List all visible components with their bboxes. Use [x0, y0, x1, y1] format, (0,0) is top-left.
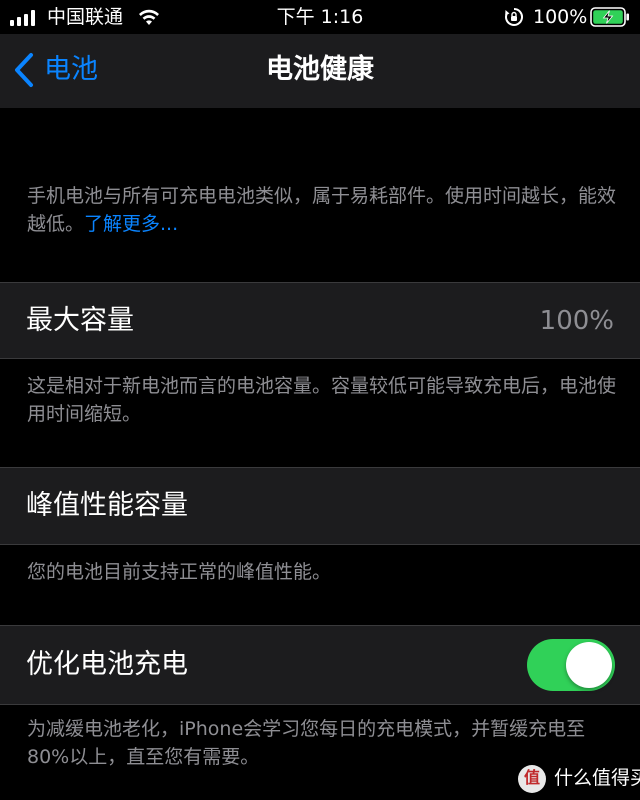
- battery-percent: 100%: [533, 6, 588, 28]
- status-bar: 中国联通 下午 1:16 100%: [0, 0, 640, 34]
- peak-performance-footer: 您的电池目前支持正常的峰值性能。: [27, 561, 332, 583]
- wifi-icon: [139, 9, 159, 25]
- max-capacity-value: 100%: [539, 306, 614, 336]
- max-capacity-row: 最大容量 100%: [0, 282, 640, 359]
- orientation-lock-icon: [505, 8, 523, 26]
- optimized-charging-toggle[interactable]: [527, 639, 615, 691]
- watermark-text: 什么值得买: [554, 767, 640, 789]
- optimized-charging-row: 优化电池充电: [0, 625, 640, 705]
- chevron-left-icon: [15, 53, 33, 87]
- max-capacity-label: 最大容量: [26, 305, 134, 336]
- status-time: 下午 1:16: [276, 6, 364, 28]
- watermark-logo-icon: 值: [518, 765, 546, 793]
- max-capacity-footer: 这是相对于新电池而言的电池容量。容量较低可能导致充电后，电池使用时间缩短。: [27, 375, 617, 425]
- watermark: 值 什么值得买: [514, 763, 640, 795]
- toggle-knob: [566, 642, 612, 688]
- signal-icon: [10, 10, 38, 26]
- peak-performance-label: 峰值性能容量: [26, 490, 188, 521]
- back-button[interactable]: 电池: [12, 50, 122, 90]
- navigation-bar: 电池 电池健康: [0, 34, 640, 108]
- intro-description: 手机电池与所有可充电电池类似，属于易耗部件。使用时间越长，能效越低。了解更多..…: [27, 182, 623, 238]
- battery-charging-icon: [590, 7, 629, 27]
- optimized-charging-label: 优化电池充电: [26, 649, 188, 680]
- page-title: 电池健康: [266, 54, 374, 85]
- carrier-name: 中国联通: [47, 6, 124, 28]
- watermark-logo-text: 值: [523, 768, 540, 787]
- learn-more-link[interactable]: 了解更多...: [84, 213, 178, 235]
- peak-performance-row: 峰值性能容量: [0, 467, 640, 545]
- back-button-label: 电池: [44, 54, 98, 85]
